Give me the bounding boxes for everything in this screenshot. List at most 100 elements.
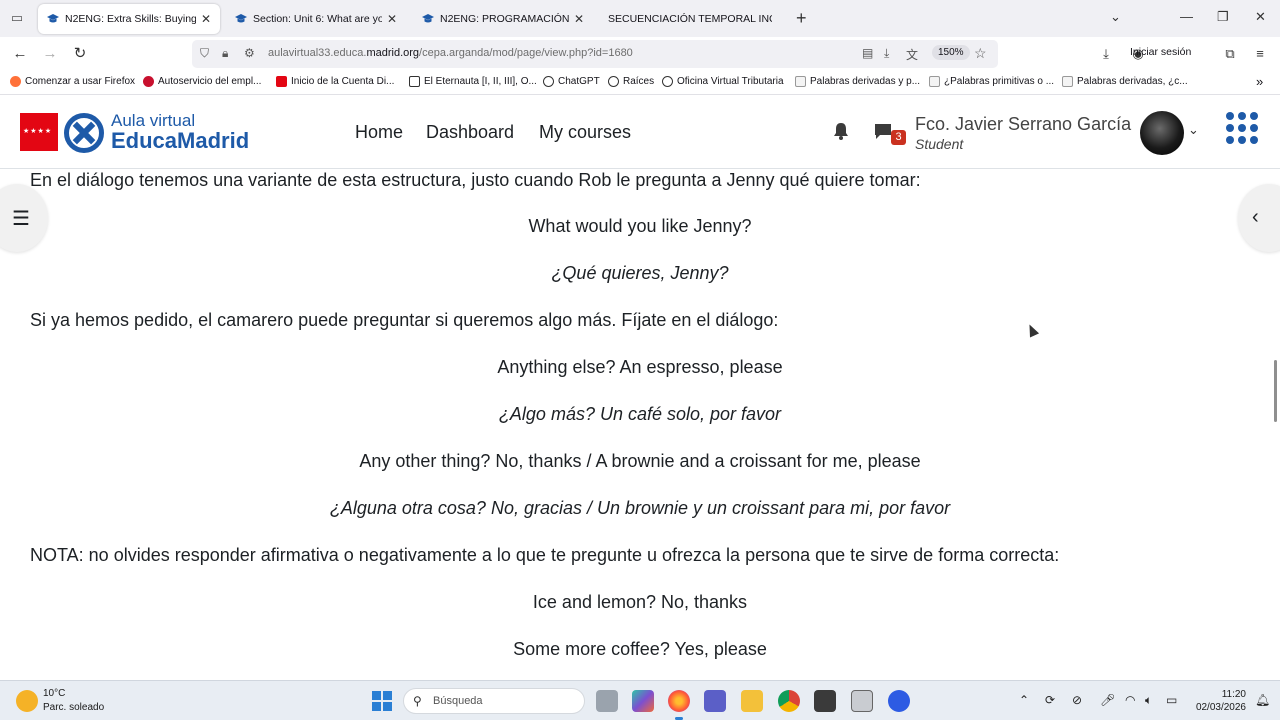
bookmark-item[interactable]: Comenzar a usar Firefox xyxy=(10,76,135,87)
downloads-icon[interactable]: ⤓ xyxy=(1096,45,1116,63)
bookmark-label: Comenzar a usar Firefox xyxy=(25,76,136,87)
course-index-toggle[interactable]: ☰ xyxy=(0,184,48,252)
reload-icon[interactable]: ↻ xyxy=(70,45,90,63)
new-tab-icon[interactable]: + xyxy=(796,9,807,27)
extensions-icon[interactable]: ⧉ xyxy=(1220,45,1240,63)
avatar[interactable] xyxy=(1140,111,1184,155)
logo-title[interactable]: EducaMadrid xyxy=(111,128,249,154)
weather-icon[interactable] xyxy=(16,690,38,712)
firefox-taskbar-icon[interactable] xyxy=(668,690,690,720)
weather-description[interactable]: Parc. soleado xyxy=(43,702,104,713)
bookmark-label: Raíces xyxy=(623,76,655,87)
back-icon[interactable]: ← xyxy=(10,45,30,63)
bookmark-favicon-icon xyxy=(662,76,673,87)
nav-home[interactable]: Home xyxy=(355,122,403,143)
user-name[interactable]: Fco. Javier Serrano García xyxy=(915,114,1131,135)
message-count-badge: 3 xyxy=(891,130,906,145)
tab-label: SECUENCIACIÓN TEMPORAL INGLÉ xyxy=(608,13,772,25)
clock-date: 02/03/2026 xyxy=(1195,702,1246,713)
bookmark-item[interactable]: Oficina Virtual Tributaria xyxy=(662,76,784,87)
speaker-icon[interactable]: 🔈︎ xyxy=(1145,693,1152,708)
file-explorer-icon[interactable] xyxy=(741,690,763,712)
menu-icon[interactable]: ≡ xyxy=(1250,45,1270,63)
chrome-icon[interactable] xyxy=(778,690,800,712)
address-bar[interactable]: ⛉ 🔒︎ ⚙ aulavirtual33.educa.madrid.org/ce… xyxy=(192,40,998,68)
example-english: Some more coffee? Yes, please xyxy=(513,639,767,659)
search-icon: ⚲ xyxy=(413,694,422,708)
chevron-down-icon[interactable]: ⌄ xyxy=(1110,9,1121,25)
page-icon xyxy=(795,76,806,87)
bookmark-item[interactable]: Inicio de la Cuenta Di... xyxy=(276,76,394,87)
nav-my-courses[interactable]: My courses xyxy=(539,122,631,143)
library-icon xyxy=(409,76,420,87)
forward-icon[interactable]: → xyxy=(40,45,60,63)
zoom-app-icon[interactable] xyxy=(888,690,910,712)
nav-dashboard[interactable]: Dashboard xyxy=(426,122,514,143)
permissions-icon[interactable]: ⚙ xyxy=(244,46,255,60)
tab-buying-coffee[interactable]: N2ENG: Extra Skills: Buying a Co ✕ xyxy=(38,4,220,34)
url-domain: madrid.org xyxy=(366,47,420,59)
taskbar-search[interactable]: ⚲ Búsqueda xyxy=(403,688,585,714)
close-icon[interactable]: ✕ xyxy=(573,12,585,26)
block-drawer-toggle[interactable]: ‹ xyxy=(1238,184,1280,252)
restore-icon[interactable]: ❐ xyxy=(1217,9,1229,25)
battery-icon[interactable]: ▭ xyxy=(1166,693,1177,707)
microphone-icon[interactable]: 🎤︎ xyxy=(1100,693,1115,707)
bookmark-item[interactable]: Palabras derivadas y p... xyxy=(795,76,920,87)
network-off-icon[interactable]: ⊘ xyxy=(1072,693,1082,707)
bookmark-item[interactable]: ¿Palabras primitivas o ... xyxy=(929,76,1054,87)
snipping-tool-icon[interactable] xyxy=(851,690,873,712)
apps-grid-icon[interactable] xyxy=(1226,112,1258,144)
url-prefix: aulavirtual33.educa. xyxy=(268,47,367,59)
wifi-icon[interactable]: ◠ xyxy=(1125,693,1135,707)
bookmark-item[interactable]: El Eternauta [I, II, III], O... xyxy=(409,76,537,87)
close-icon[interactable]: ✕ xyxy=(386,12,398,26)
chevron-right-icon[interactable]: » xyxy=(1256,74,1263,89)
bell-icon[interactable] xyxy=(832,121,850,141)
tab-programacion[interactable]: N2ENG: PROGRAMACIÓN DEL ( ✕ xyxy=(413,4,593,34)
login-button[interactable]: Iniciar sesión xyxy=(1130,46,1191,58)
star-icon[interactable]: ☆ xyxy=(974,45,987,62)
window-close-icon[interactable]: ✕ xyxy=(1255,9,1266,25)
user-role: Student xyxy=(915,136,964,152)
page-content: En el diálogo tenemos una variante de es… xyxy=(0,170,1280,680)
moodle-cap-icon xyxy=(47,14,59,23)
tab-secuenciacion[interactable]: SECUENCIACIÓN TEMPORAL INGLÉ xyxy=(600,4,780,34)
reader-view-icon[interactable]: ▤ xyxy=(862,46,873,60)
close-icon[interactable]: ✕ xyxy=(200,12,212,26)
lock-icon[interactable]: 🔒︎ xyxy=(222,46,228,61)
madrid-flag-logo[interactable]: ★★★★ xyxy=(20,113,58,151)
tab-label: Section: Unit 6: What are you do xyxy=(253,13,382,25)
shield-icon[interactable]: ⛉ xyxy=(200,46,209,61)
app-icon[interactable] xyxy=(814,690,836,712)
bookmark-item[interactable]: Autoservicio del empl... xyxy=(143,76,261,87)
translate-icon[interactable]: 文 xyxy=(906,46,918,63)
chevron-down-icon[interactable]: ⌄ xyxy=(1188,122,1199,138)
notification-icon[interactable]: 🔔︎ xyxy=(1255,693,1270,707)
site-header: ★★★★ Aula virtual EducaMadrid Home Dashb… xyxy=(0,95,1280,169)
sync-icon[interactable]: ⟳ xyxy=(1045,693,1055,707)
clock[interactable]: 11:20 02/03/2026 xyxy=(1192,688,1246,714)
tab-list-icon[interactable]: ▭ xyxy=(8,10,26,26)
bookmark-item[interactable]: Raíces xyxy=(608,76,654,87)
globe-icon xyxy=(608,76,619,87)
chevron-up-icon[interactable]: ⌃ xyxy=(1019,693,1029,707)
save-page-icon[interactable]: ⤓ xyxy=(884,46,889,61)
tab-unit-6[interactable]: Section: Unit 6: What are you do ✕ xyxy=(226,4,406,34)
example-english: Ice and lemon? No, thanks xyxy=(532,592,748,612)
bookmark-item[interactable]: Palabras derivadas, ¿c... xyxy=(1062,76,1188,87)
teams-icon[interactable] xyxy=(704,690,726,712)
browser-toolbar: ← → ↻ ⛉ 🔒︎ ⚙ aulavirtual33.educa.madrid.… xyxy=(0,37,1280,71)
zoom-level[interactable]: 150% xyxy=(932,45,970,60)
windows-start-icon[interactable] xyxy=(372,691,392,711)
bookmark-item[interactable]: ChatGPT xyxy=(543,76,600,87)
scrollbar-thumb[interactable] xyxy=(1274,360,1277,422)
tab-label: N2ENG: PROGRAMACIÓN DEL ( xyxy=(440,13,569,25)
example-spanish: ¿Qué quieres, Jenny? xyxy=(551,263,729,283)
task-view-icon[interactable] xyxy=(596,690,618,712)
minimize-icon[interactable]: — xyxy=(1180,9,1193,24)
weather-temperature[interactable]: 10°C xyxy=(43,688,65,699)
educamadrid-emblem-icon[interactable] xyxy=(64,113,104,153)
url-text[interactable]: aulavirtual33.educa.madrid.org/cepa.arga… xyxy=(268,47,633,59)
copilot-icon[interactable] xyxy=(632,690,654,712)
